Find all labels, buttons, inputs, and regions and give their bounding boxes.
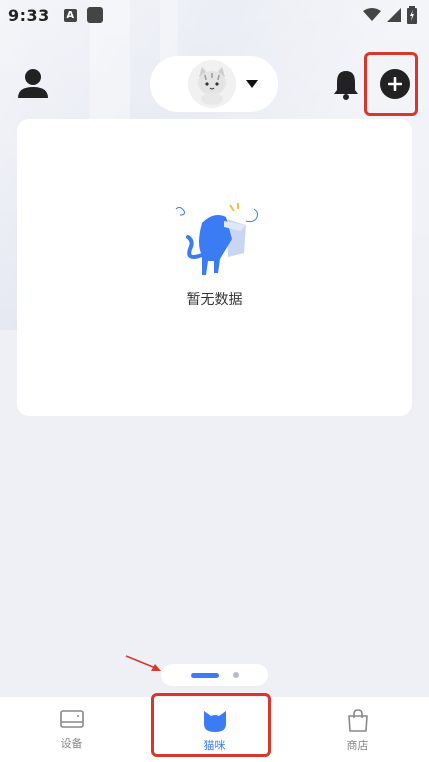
- device-icon: [59, 710, 84, 728]
- status-notification-icon: [86, 7, 103, 23]
- status-right-icons: [363, 6, 417, 24]
- highlight-box-add: [364, 52, 418, 116]
- nav-label-device: 设备: [60, 737, 83, 750]
- shopping-bag-icon: [347, 709, 368, 732]
- bell-icon[interactable]: [331, 68, 361, 100]
- pet-selector[interactable]: [150, 56, 278, 112]
- nav-item-device[interactable]: 设备: [0, 697, 143, 762]
- chevron-down-icon: [246, 80, 258, 88]
- empty-state-cat-icon: [175, 203, 259, 275]
- nav-label-shop: 商店: [346, 739, 369, 752]
- empty-state-text: 暂无数据: [186, 292, 243, 308]
- signal-icon: [387, 8, 401, 22]
- person-icon[interactable]: [16, 66, 50, 100]
- battery-icon: [407, 6, 417, 24]
- status-time: 9:33: [8, 5, 50, 25]
- arrow-annotation-icon: [125, 655, 161, 671]
- page-indicator[interactable]: [161, 664, 268, 686]
- page-dot: [232, 672, 239, 678]
- status-bar: 9:33 A: [0, 0, 429, 30]
- cat-avatar-icon: [188, 60, 236, 108]
- page-dot-active: [190, 672, 219, 678]
- nav-item-shop[interactable]: 商店: [286, 697, 429, 762]
- wifi-icon: [363, 8, 381, 21]
- status-a-icon: A: [63, 8, 77, 22]
- main-card: 暂无数据: [17, 119, 412, 416]
- highlight-box-cat: [151, 693, 271, 757]
